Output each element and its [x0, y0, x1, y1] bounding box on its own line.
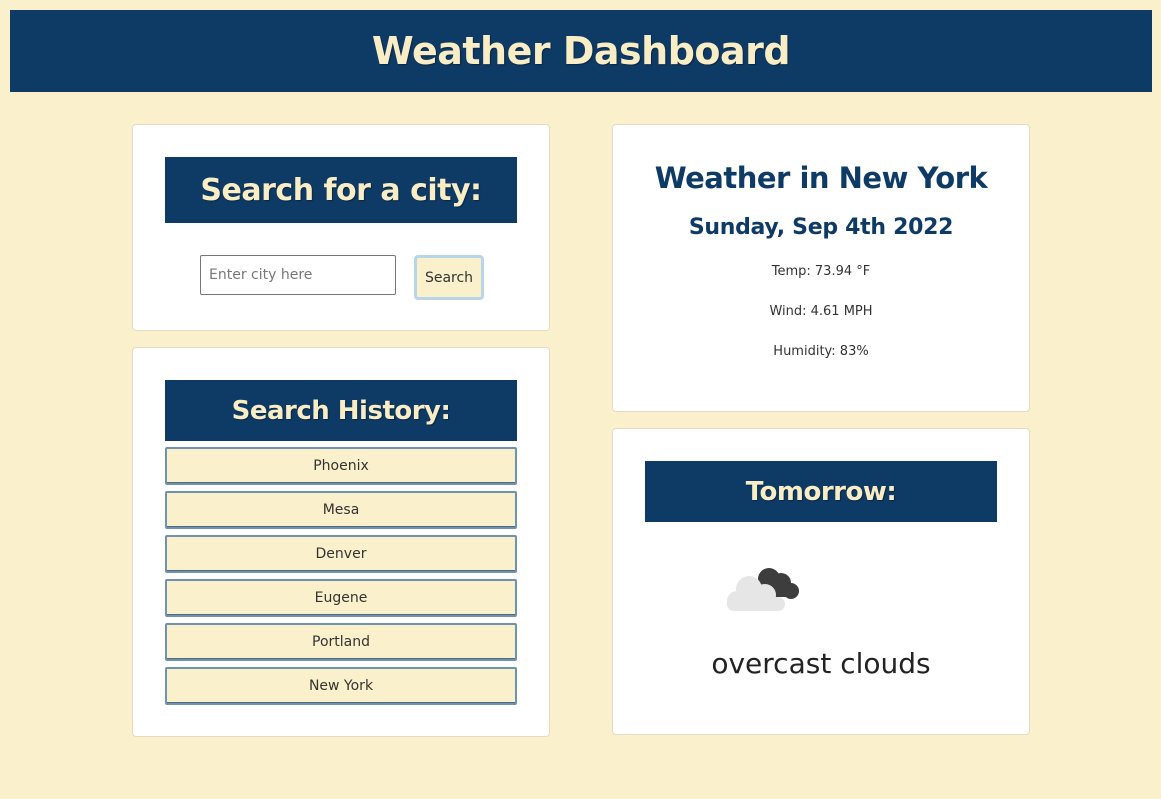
history-item-portland[interactable]: Portland — [165, 623, 517, 661]
temperature-text: Temp: 73.94 °F — [771, 264, 871, 279]
history-item-new-york[interactable]: New York — [165, 667, 517, 705]
search-title: Search for a city: — [165, 157, 517, 223]
wind-text: Wind: 4.61 MPH — [769, 304, 873, 319]
tomorrow-forecast-card: Tomorrow: overcast clouds — [612, 428, 1030, 735]
history-item-phoenix[interactable]: Phoenix — [165, 447, 517, 485]
search-button[interactable]: Search — [414, 255, 484, 300]
humidity-text: Humidity: 83% — [773, 344, 869, 359]
search-history-list: Phoenix Mesa Denver Eugene Portland New … — [165, 447, 517, 711]
search-history-card: Search History: Phoenix Mesa Denver Euge… — [132, 347, 550, 737]
tomorrow-title: Tomorrow: — [645, 461, 997, 522]
history-item-eugene[interactable]: Eugene — [165, 579, 517, 617]
tomorrow-description: overcast clouds — [711, 647, 931, 680]
city-search-input[interactable] — [200, 255, 396, 295]
search-history-title: Search History: — [165, 380, 517, 441]
page-title: Weather Dashboard — [371, 29, 791, 73]
current-weather-card: Weather in New York Sunday, Sep 4th 2022… — [612, 124, 1030, 412]
history-item-denver[interactable]: Denver — [165, 535, 517, 573]
search-card: Search for a city: Search — [132, 124, 550, 331]
history-item-mesa[interactable]: Mesa — [165, 491, 517, 529]
app-header: Weather Dashboard — [10, 10, 1152, 92]
current-weather-title: Weather in New York — [654, 161, 988, 195]
current-date: Sunday, Sep 4th 2022 — [688, 215, 954, 240]
overcast-clouds-icon — [727, 568, 799, 611]
